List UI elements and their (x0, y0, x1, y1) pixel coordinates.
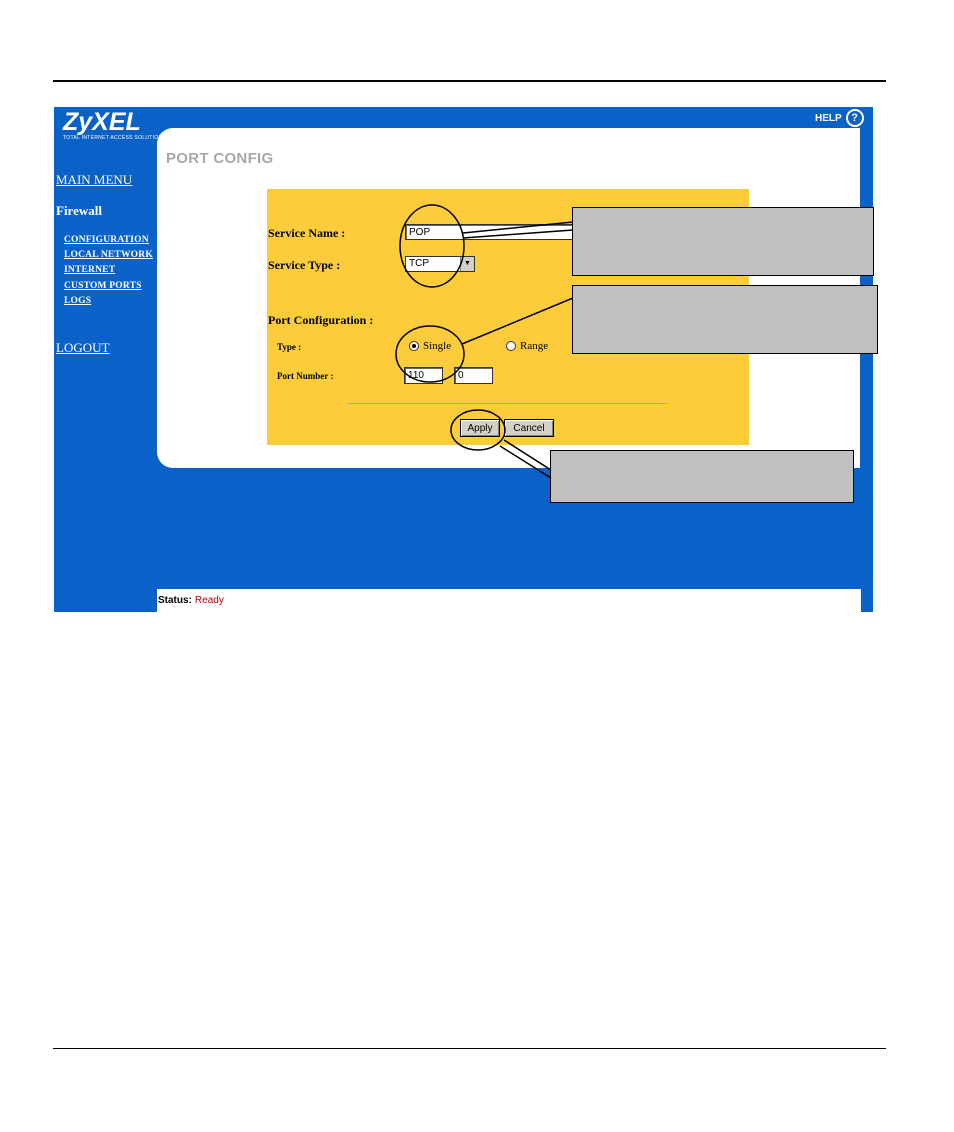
service-type-label: Service Type : (268, 258, 341, 272)
callout-box-apply (550, 450, 854, 503)
cancel-button[interactable]: Cancel (504, 419, 554, 437)
chevron-down-icon[interactable]: ▼ (460, 257, 474, 271)
router-web-ui: ZyXEL TOTAL INTERNET ACCESS SOLUTION HEL… (54, 107, 873, 612)
type-option-label: Single (423, 340, 452, 352)
sidebar-item-configuration[interactable]: CONFIGURATION (64, 235, 149, 245)
service-name-label: Service Name : (268, 226, 346, 240)
status-value: Ready (194, 595, 224, 606)
radio-checked-icon[interactable] (409, 341, 419, 351)
main-menu-link[interactable]: MAIN MENU (56, 172, 132, 188)
page-title: PORT CONFIG (166, 150, 274, 167)
callout-box-service-name (572, 207, 874, 276)
sidebar-item-local-network[interactable]: LOCAL NETWORK (64, 250, 153, 260)
type-label: Type : (277, 342, 302, 352)
sidebar-item-internet[interactable]: INTERNET (64, 265, 115, 275)
radio-unchecked-icon[interactable] (506, 341, 516, 351)
logo-brand: ZyXEL (63, 108, 141, 136)
question-circle-icon: ? (845, 109, 864, 127)
apply-button[interactable]: Apply (460, 419, 500, 437)
port-end-input[interactable]: 0 (454, 367, 493, 384)
help-label: HELP (815, 112, 842, 124)
port-config-label: Port Configuration : (268, 313, 374, 327)
service-name-input[interactable]: POP (405, 224, 575, 240)
nav-section-firewall: Firewall (56, 203, 102, 218)
callout-box-port-type (572, 285, 878, 354)
type-option-label: Range (520, 340, 549, 352)
sidebar-item-logs[interactable]: LOGS (64, 296, 91, 306)
service-type-select[interactable]: TCP ▼ (405, 256, 475, 272)
port-start-input[interactable]: 110 (404, 367, 443, 384)
service-type-value: TCP (409, 258, 429, 269)
port-number-label: Port Number : (277, 371, 334, 381)
type-radio-range[interactable]: Range (506, 340, 548, 352)
logo-tagline: TOTAL INTERNET ACCESS SOLUTION (63, 135, 163, 141)
page-bottom-rule (53, 1048, 886, 1049)
type-radio-single[interactable]: Single (409, 340, 451, 352)
status-label: Status: (158, 595, 192, 606)
sidebar-item-custom-ports[interactable]: CUSTOM PORTS (64, 281, 142, 291)
status-bar: Status: Ready (157, 589, 861, 612)
help-button[interactable]: HELP ? (815, 109, 864, 127)
form-divider (347, 403, 667, 404)
zyxel-logo: ZyXEL TOTAL INTERNET ACCESS SOLUTION (63, 109, 162, 141)
logout-link[interactable]: LOGOUT (56, 340, 109, 356)
page-top-rule (53, 80, 886, 82)
